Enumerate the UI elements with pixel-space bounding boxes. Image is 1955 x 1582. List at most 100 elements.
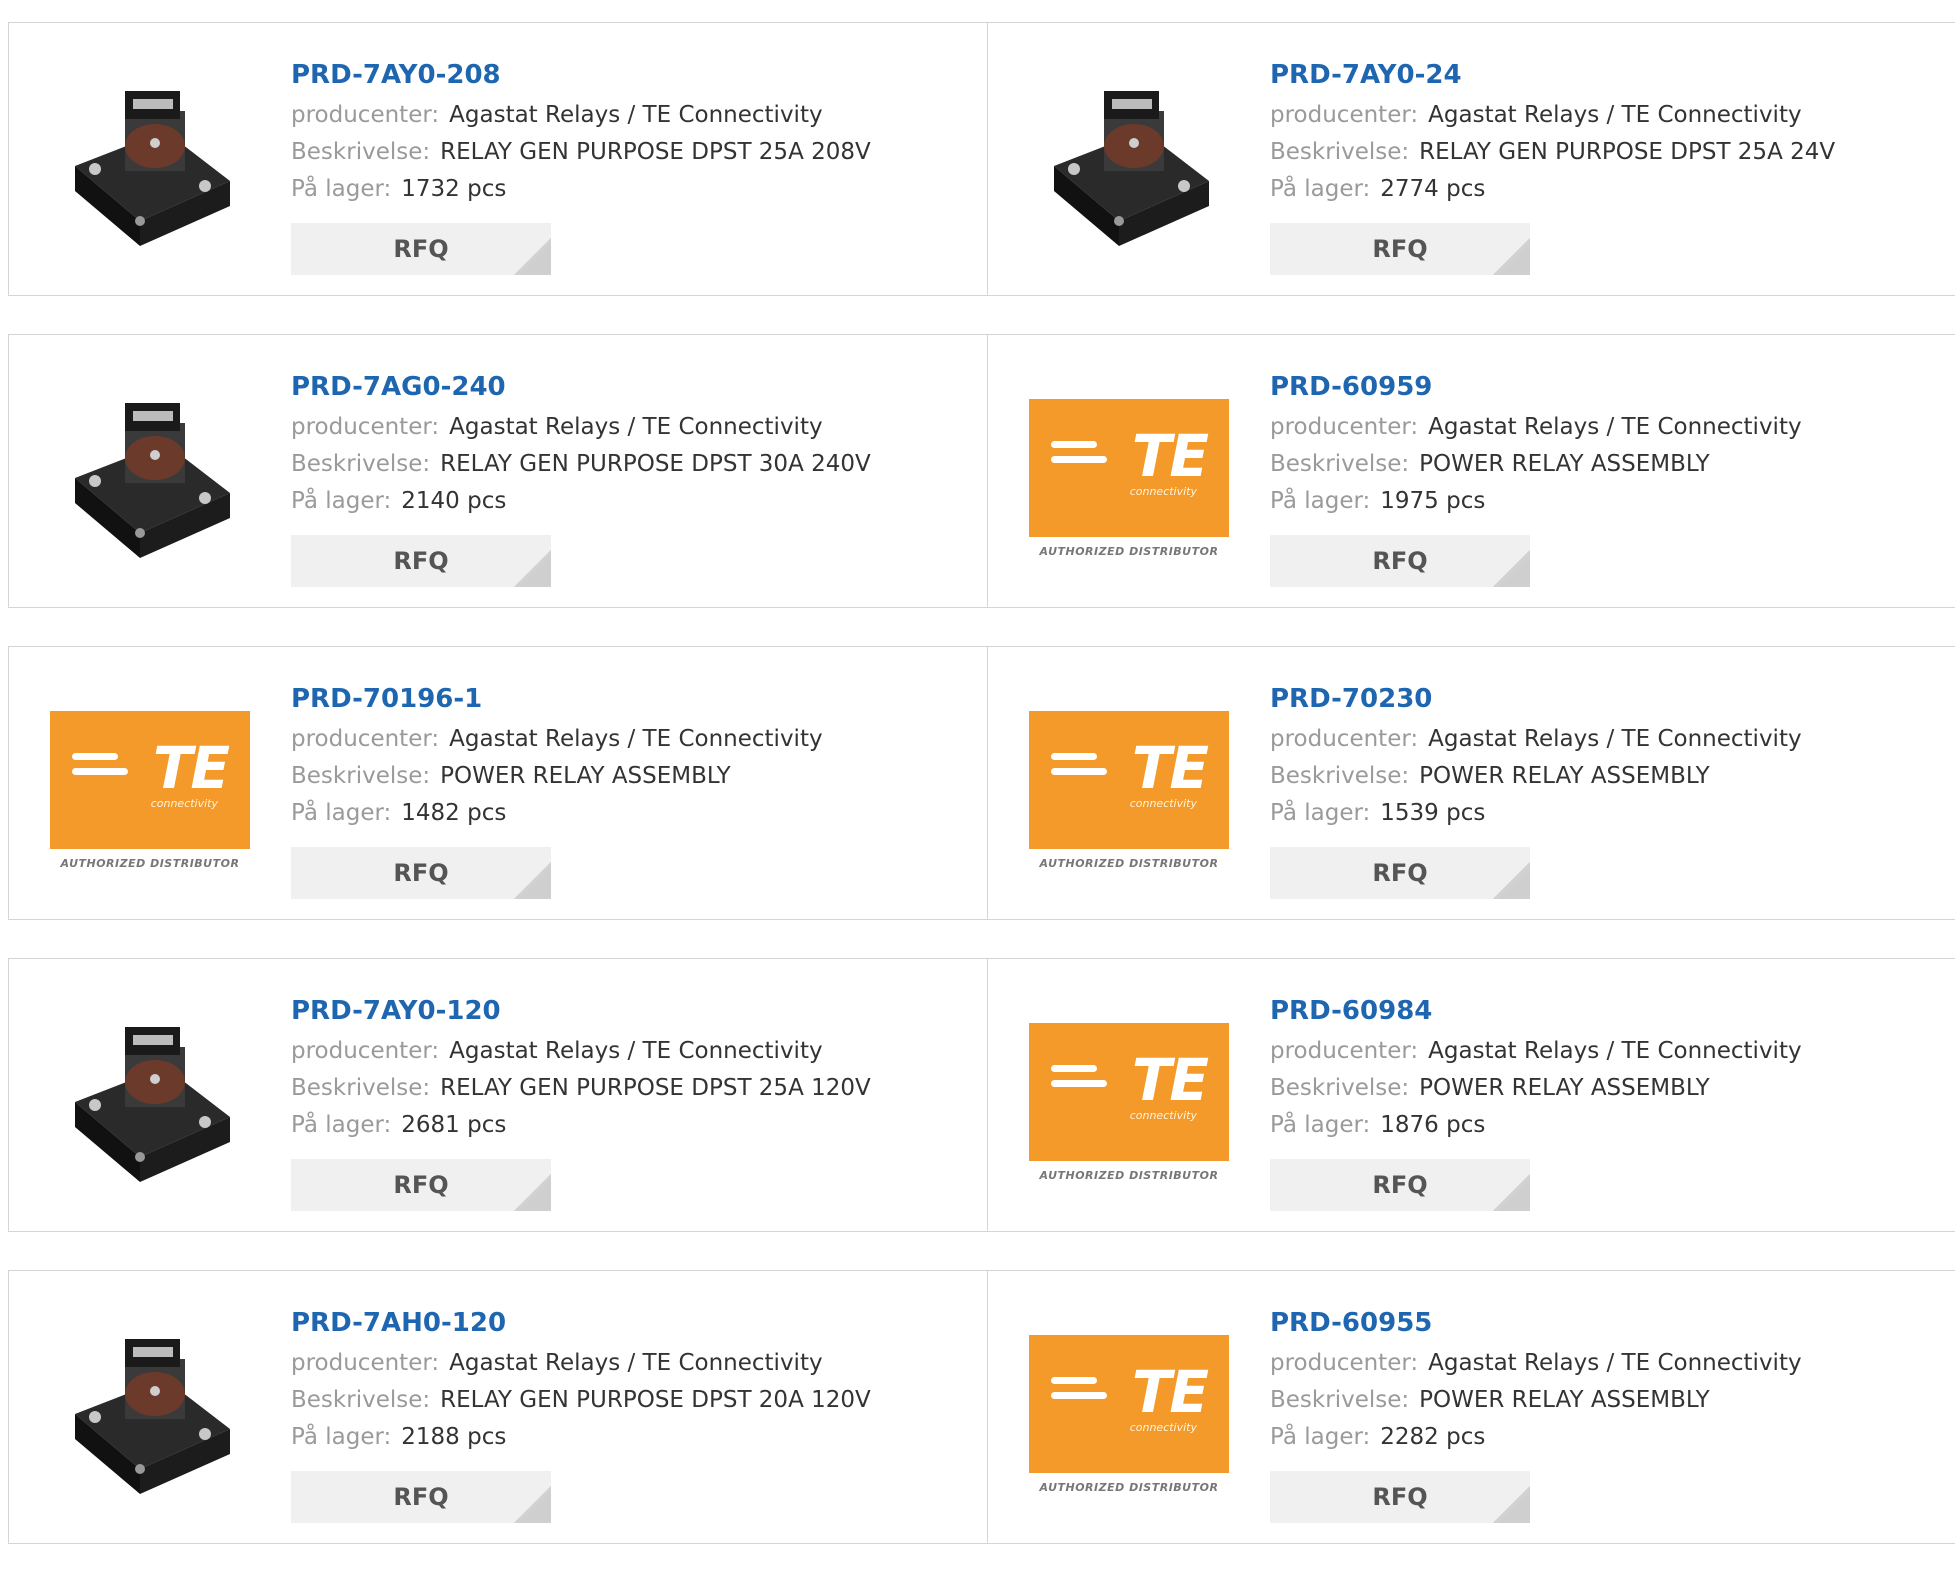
stock-line: På lager: 2188 pcs [291,1419,871,1456]
product-thumbnail[interactable]: TE connectivity AUTHORIZED DISTRIBUTOR [47,687,253,893]
product-thumbnail[interactable]: TE connectivity AUTHORIZED DISTRIBUTOR [1026,999,1232,1205]
stock-value: 1732 pcs [401,176,507,202]
rfq-button[interactable]: RFQ [291,1159,551,1211]
stock-line: På lager: 1482 pcs [291,795,823,832]
description-line: Beskrivelse: RELAY GEN PURPOSE DPST 30A 2… [291,446,871,483]
manufacturer-line: producenter: Agastat Relays / TE Connecti… [291,97,871,134]
product-row: TE connectivity AUTHORIZED DISTRIBUTOR P… [8,646,1955,920]
part-number-link[interactable]: PRD-7AY0-208 [291,53,871,97]
part-number-link[interactable]: PRD-60959 [1270,365,1802,409]
stock-line: På lager: 2282 pcs [1270,1419,1802,1456]
rfq-button[interactable]: RFQ [1270,535,1530,587]
product-thumbnail[interactable] [47,375,253,581]
te-authorized-distributor-logo[interactable]: TE connectivity AUTHORIZED DISTRIBUTOR [1029,1022,1229,1182]
stock-value: 2188 pcs [401,1424,507,1450]
stock-line: På lager: 2774 pcs [1270,171,1835,208]
part-number-link[interactable]: PRD-7AY0-120 [291,989,871,1033]
description-label: Beskrivelse: [1270,763,1410,789]
rfq-button[interactable]: RFQ [291,535,551,587]
description-value: RELAY GEN PURPOSE DPST 25A 24V [1419,139,1836,165]
stock-label: På lager: [1270,1112,1371,1138]
stock-line: På lager: 1876 pcs [1270,1107,1802,1144]
manufacturer-line: producenter: Agastat Relays / TE Connecti… [291,1345,871,1382]
part-number-link[interactable]: PRD-60955 [1270,1301,1802,1345]
stock-line: På lager: 2681 pcs [291,1107,871,1144]
product-card: TE connectivity AUTHORIZED DISTRIBUTOR P… [987,1270,1955,1544]
product-thumbnail[interactable] [47,1311,253,1517]
part-number-link[interactable]: PRD-7AH0-120 [291,1301,871,1345]
te-authorized-distributor-logo[interactable]: TE connectivity AUTHORIZED DISTRIBUTOR [50,710,250,870]
product-card: TE connectivity AUTHORIZED DISTRIBUTOR P… [987,646,1955,920]
part-number-link[interactable]: PRD-7AY0-24 [1270,53,1835,97]
part-number-link[interactable]: PRD-70196-1 [291,677,823,721]
rfq-button[interactable]: RFQ [1270,223,1530,275]
description-line: Beskrivelse: POWER RELAY ASSEMBLY [1270,1070,1802,1107]
rfq-label: RFQ [393,1483,449,1511]
stock-label: På lager: [291,1424,392,1450]
manufacturer-line: producenter: Agastat Relays / TE Connecti… [291,409,871,446]
relay-product-image[interactable] [55,1319,245,1509]
stock-label: På lager: [291,1112,392,1138]
manufacturer-value: Agastat Relays / TE Connectivity [1428,726,1802,752]
te-authorized-distributor-logo[interactable]: TE connectivity AUTHORIZED DISTRIBUTOR [1029,710,1229,870]
rfq-button[interactable]: RFQ [1270,1159,1530,1211]
rfq-label: RFQ [1372,235,1428,263]
stock-label: På lager: [1270,800,1371,826]
manufacturer-label: producenter: [291,1350,440,1376]
product-info: PRD-7AH0-120 producenter: Agastat Relays … [291,1301,871,1523]
stock-label: På lager: [1270,1424,1371,1450]
relay-product-image[interactable] [55,383,245,573]
manufacturer-value: Agastat Relays / TE Connectivity [1428,1038,1802,1064]
product-card: TE connectivity AUTHORIZED DISTRIBUTOR P… [8,646,988,920]
rfq-corner-decoration [521,245,551,275]
product-info: PRD-70196-1 producenter: Agastat Relays /… [291,677,823,899]
rfq-label: RFQ [1372,1171,1428,1199]
description-value: POWER RELAY ASSEMBLY [440,763,731,789]
description-label: Beskrivelse: [1270,451,1410,477]
description-line: Beskrivelse: RELAY GEN PURPOSE DPST 25A 2… [291,134,871,171]
product-thumbnail[interactable]: TE connectivity AUTHORIZED DISTRIBUTOR [1026,375,1232,581]
manufacturer-value: Agastat Relays / TE Connectivity [1428,102,1802,128]
product-info: PRD-60959 producenter: Agastat Relays / T… [1270,365,1802,587]
rfq-button[interactable]: RFQ [291,1471,551,1523]
manufacturer-label: producenter: [291,1038,440,1064]
description-value: RELAY GEN PURPOSE DPST 25A 120V [440,1075,871,1101]
product-thumbnail[interactable] [47,63,253,269]
product-thumbnail[interactable] [47,999,253,1205]
rfq-corner-decoration [1500,1181,1530,1211]
part-number-link[interactable]: PRD-7AG0-240 [291,365,871,409]
product-row: PRD-7AY0-120 producenter: Agastat Relays … [8,958,1955,1232]
manufacturer-label: producenter: [291,102,440,128]
part-number-link[interactable]: PRD-60984 [1270,989,1802,1033]
manufacturer-label: producenter: [1270,726,1419,752]
stock-value: 2140 pcs [401,488,507,514]
product-info: PRD-7AY0-24 producenter: Agastat Relays /… [1270,53,1835,275]
description-line: Beskrivelse: RELAY GEN PURPOSE DPST 25A 2… [1270,134,1835,171]
description-label: Beskrivelse: [291,763,431,789]
product-thumbnail[interactable] [1026,63,1232,269]
relay-product-image[interactable] [55,1007,245,1197]
stock-value: 1482 pcs [401,800,507,826]
manufacturer-line: producenter: Agastat Relays / TE Connecti… [1270,1033,1802,1070]
manufacturer-line: producenter: Agastat Relays / TE Connecti… [291,721,823,758]
rfq-button[interactable]: RFQ [291,847,551,899]
part-number-link[interactable]: PRD-70230 [1270,677,1802,721]
stock-line: På lager: 2140 pcs [291,483,871,520]
product-row: PRD-7AH0-120 producenter: Agastat Relays … [8,1270,1955,1544]
product-thumbnail[interactable]: TE connectivity AUTHORIZED DISTRIBUTOR [1026,1311,1232,1517]
relay-product-image[interactable] [1034,71,1224,261]
manufacturer-label: producenter: [291,414,440,440]
manufacturer-line: producenter: Agastat Relays / TE Connecti… [1270,721,1802,758]
product-thumbnail[interactable]: TE connectivity AUTHORIZED DISTRIBUTOR [1026,687,1232,893]
te-authorized-distributor-logo[interactable]: TE connectivity AUTHORIZED DISTRIBUTOR [1029,1334,1229,1494]
te-authorized-distributor-logo[interactable]: TE connectivity AUTHORIZED DISTRIBUTOR [1029,398,1229,558]
product-info: PRD-70230 producenter: Agastat Relays / T… [1270,677,1802,899]
rfq-button[interactable]: RFQ [1270,847,1530,899]
rfq-button[interactable]: RFQ [1270,1471,1530,1523]
rfq-corner-decoration [1500,1493,1530,1523]
description-line: Beskrivelse: POWER RELAY ASSEMBLY [1270,758,1802,795]
description-value: POWER RELAY ASSEMBLY [1419,1387,1710,1413]
rfq-button[interactable]: RFQ [291,223,551,275]
relay-product-image[interactable] [55,71,245,261]
manufacturer-value: Agastat Relays / TE Connectivity [1428,1350,1802,1376]
